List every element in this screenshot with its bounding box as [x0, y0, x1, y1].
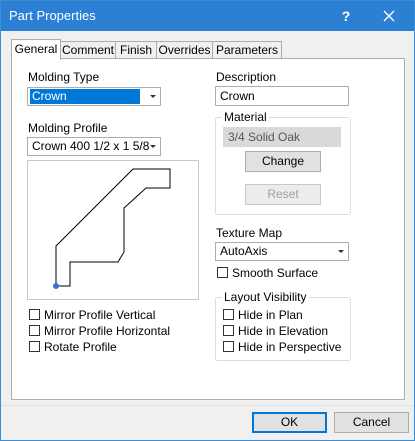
change-material-button[interactable]: Change: [245, 151, 321, 172]
description-input[interactable]: Crown: [215, 86, 349, 106]
molding-profile-dropdown[interactable]: Crown 400 1/2 x 1 5/8: [27, 137, 161, 156]
window-title: Part Properties: [9, 8, 96, 23]
checkbox-box: [223, 341, 234, 352]
mirror-vertical-label: Mirror Profile Vertical: [44, 308, 156, 322]
profile-preview: [27, 160, 199, 300]
description-label: Description: [216, 70, 277, 84]
chevron-down-icon: [150, 95, 156, 98]
hide-in-perspective-label: Hide in Perspective: [238, 340, 342, 354]
hide-in-plan-label: Hide in Plan: [238, 308, 303, 322]
title-bar[interactable]: Part Properties ?: [1, 1, 414, 31]
close-icon: [383, 10, 395, 22]
texture-map-label: Texture Map: [216, 226, 283, 240]
checkbox-box: [223, 325, 234, 336]
material-value-field: 3/4 Solid Oak: [223, 127, 341, 147]
material-group: Material 3/4 Solid Oak Change Reset: [215, 110, 351, 215]
chevron-down-icon: [338, 250, 344, 253]
tab-overrides[interactable]: Overrides: [156, 41, 213, 59]
reset-material-button[interactable]: Reset: [245, 184, 321, 205]
layout-visibility-group: Layout Visibility Hide in Plan Hide in E…: [215, 290, 351, 361]
checkbox-box: [217, 267, 228, 278]
profile-shape: [53, 168, 171, 289]
material-group-title: Material: [222, 110, 269, 124]
cancel-button[interactable]: Cancel: [334, 412, 409, 433]
tab-comment[interactable]: Comment: [60, 41, 116, 59]
profile-origin-point: [53, 283, 59, 289]
molding-type-value: Crown: [30, 89, 140, 104]
part-properties-dialog: Part Properties ? General Comment Finish…: [0, 0, 415, 441]
checkbox-box: [29, 325, 40, 336]
smooth-surface-label: Smooth Surface: [232, 266, 319, 280]
tab-general[interactable]: General: [11, 39, 61, 60]
footer-divider: [1, 405, 414, 406]
mirror-horizontal-label: Mirror Profile Horizontal: [44, 324, 171, 338]
texture-map-dropdown[interactable]: AutoAxis: [215, 242, 349, 261]
layout-visibility-title: Layout Visibility: [222, 290, 309, 304]
tab-finish[interactable]: Finish: [115, 41, 157, 59]
close-button[interactable]: [369, 1, 409, 31]
general-panel: Molding Type Crown Molding Profile Crown…: [11, 58, 405, 400]
molding-profile-value: Crown 400 1/2 x 1 5/8: [32, 139, 150, 153]
rotate-profile-label: Rotate Profile: [44, 340, 117, 354]
checkbox-box: [29, 309, 40, 320]
molding-profile-label: Molding Profile: [28, 121, 108, 135]
tab-parameters[interactable]: Parameters: [212, 41, 282, 59]
molding-type-label: Molding Type: [28, 70, 100, 84]
molding-type-dropdown[interactable]: Crown: [27, 87, 161, 106]
help-button[interactable]: ?: [331, 1, 361, 31]
checkbox-box: [223, 309, 234, 320]
checkbox-box: [29, 341, 40, 352]
chevron-down-icon: [150, 145, 156, 148]
ok-button[interactable]: OK: [252, 412, 327, 433]
texture-map-value: AutoAxis: [220, 244, 268, 258]
hide-in-elevation-label: Hide in Elevation: [238, 324, 329, 338]
